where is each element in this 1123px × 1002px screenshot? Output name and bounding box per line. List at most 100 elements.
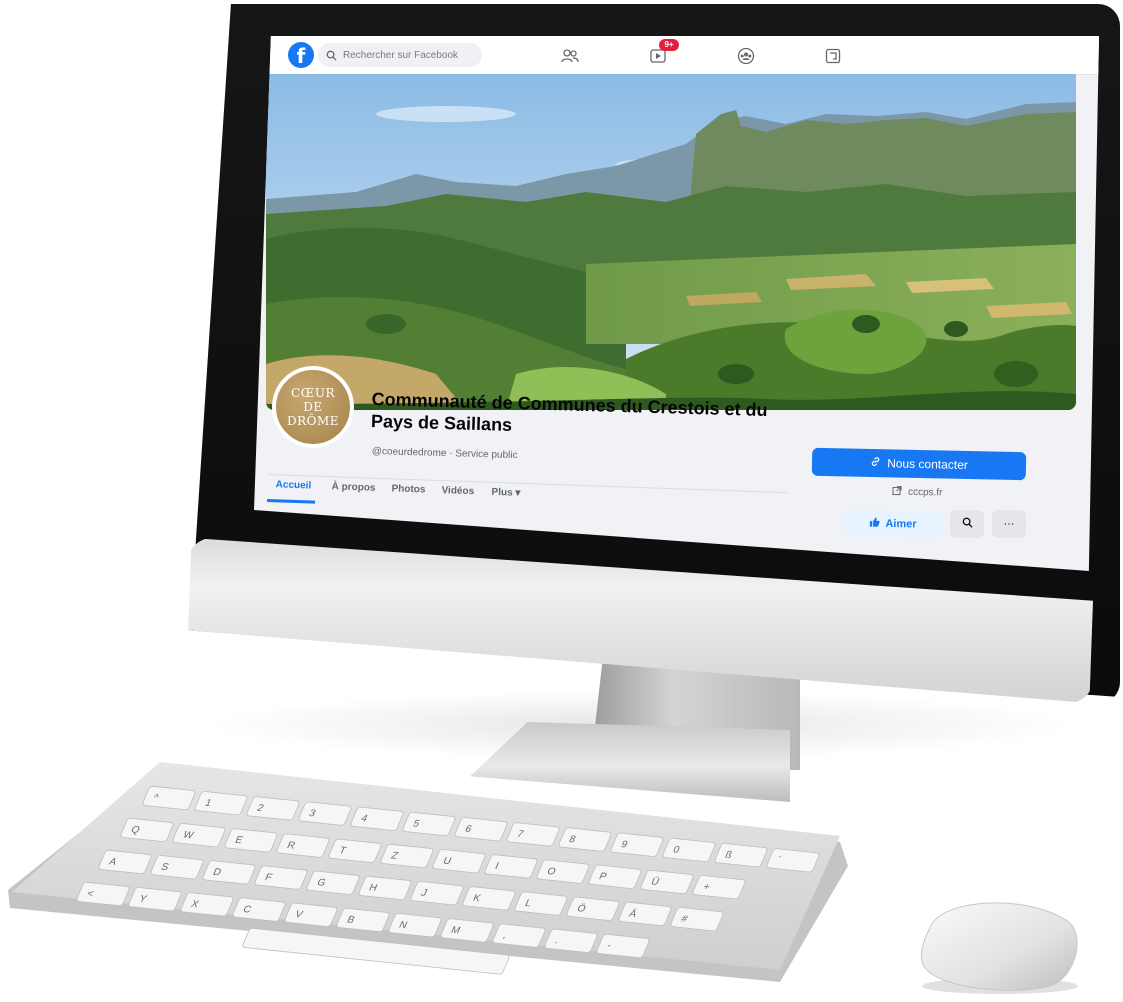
notification-badge: 9+ [659,39,679,51]
keyboard-key-cap [142,785,196,811]
thumbs-up-icon [869,517,880,531]
keyboard-key[interactable]: ^ [142,785,196,811]
keyboard-key-cap [98,849,152,875]
keyboard-key-cap [120,817,174,843]
keyboard-key-cap [284,902,338,927]
keyboard-key[interactable]: G [306,870,360,895]
keyboard-key[interactable]: 6 [454,817,508,842]
keyboard-key-cap [150,855,204,880]
keyboard-key[interactable]: N [388,913,442,938]
desktop-scene: f 9+ [0,0,1123,1002]
keyboard-key[interactable]: D [202,860,256,885]
keyboard-key[interactable]: + [692,875,746,900]
keyboard-key-cap [558,827,612,852]
keyboard-key[interactable]: 9 [610,832,664,857]
more-options-button[interactable]: ··· [991,509,1027,539]
keyboard-key[interactable]: E [224,828,278,853]
keyboard-key-cap [662,837,716,863]
keyboard-key-cap [536,859,590,884]
watch-icon[interactable]: 9+ [647,39,679,67]
keyboard-key[interactable]: F [254,865,308,890]
keyboard-key[interactable]: B [336,907,390,933]
keyboard-key-cap [306,870,360,895]
keyboard-key-cap [544,928,598,953]
keyboard-key-cap [172,823,226,848]
tab-a-propos[interactable]: À propos [331,481,375,494]
keyboard-key[interactable]: < [76,881,130,907]
keyboard-key[interactable]: 0 [662,837,716,863]
keyboard-key[interactable]: I [484,854,538,879]
keyboard-key-cap [610,832,664,857]
link-icon [870,456,881,470]
keyboard-key[interactable]: K [462,886,516,911]
keyboard-key[interactable]: Ü [640,869,694,895]
keyboard-key[interactable]: U [432,849,486,874]
keyboard-key[interactable]: Ä [618,901,672,927]
contact-button-label: Nous contacter [887,456,968,473]
keyboard-key-cap [462,886,516,911]
keyboard-key-cap [128,887,182,912]
keyboard-key-cap [410,881,464,906]
keyboard-key[interactable]: ß [714,843,768,868]
cover-photo [266,74,1076,410]
mouse[interactable] [910,888,1085,998]
external-link-icon [892,485,902,498]
facebook-topbar: f 9+ [254,36,1099,75]
keyboard-key-cap [454,817,508,842]
keyboard-key[interactable]: H [358,875,412,901]
keyboard-key[interactable]: W [172,823,226,848]
keyboard-key[interactable]: C [232,897,286,922]
keyboard-key[interactable]: P [588,864,642,889]
keyboard-key[interactable]: V [284,902,338,927]
keyboard-key-cap [640,869,694,895]
keyboard-key[interactable]: Z [380,843,434,869]
keyboard-key-cap [618,901,672,927]
page-tabs: Accueil À propos Photos Vidéos Plus ▾ [266,474,788,524]
keyboard-key[interactable]: 2 [246,796,300,821]
keyboard-key[interactable]: S [150,855,204,880]
facebook-logo-icon[interactable]: f [288,42,314,68]
keyboard-key[interactable]: M [440,918,494,943]
page-search-button[interactable] [949,509,985,539]
keyboard-key[interactable]: 1 [194,791,248,816]
keyboard-key[interactable]: X [180,892,234,917]
keyboard-key[interactable]: 7 [506,822,560,847]
keyboard-key[interactable]: L [514,891,568,916]
gaming-icon[interactable] [822,45,844,67]
keyboard-key-cap [506,822,560,847]
keyboard-key[interactable]: . [544,928,598,953]
keyboard-key[interactable]: ´ [766,848,820,873]
friends-icon[interactable] [559,45,581,67]
keyboard-key[interactable]: 4 [350,806,404,831]
keyboard-key[interactable]: , [492,923,546,948]
page-avatar[interactable]: CŒUR DE DRÔME [272,366,354,448]
keyboard-key[interactable]: 3 [298,801,352,826]
search-input[interactable] [343,49,473,61]
tab-plus[interactable]: Plus ▾ [491,487,520,499]
keyboard-key[interactable]: R [276,833,330,858]
keyboard-key[interactable]: 5 [402,811,456,837]
keyboard-key-cap [440,918,494,943]
groups-icon[interactable] [735,45,757,67]
keyboard-key[interactable]: A [98,849,152,875]
like-button[interactable]: Aimer [843,508,943,540]
keyboard-key[interactable]: Q [120,817,174,843]
keyboard-key[interactable]: Y [128,887,182,912]
tab-videos[interactable]: Vidéos [441,485,474,497]
keyboard-key[interactable]: Ö [566,896,620,921]
tab-accueil[interactable]: Accueil [275,479,311,491]
facebook-search[interactable] [318,43,482,67]
keyboard-key-cap [432,849,486,874]
keyboard-key[interactable]: O [536,859,590,884]
tab-photos[interactable]: Photos [391,483,425,495]
keyboard-key[interactable]: T [328,838,382,863]
keyboard-key-cap [246,796,300,821]
website-link[interactable]: cccps.fr [892,485,943,499]
keyboard-key[interactable]: J [410,881,464,906]
keyboard-key[interactable]: - [596,933,650,959]
keyboard-key[interactable]: # [670,907,724,932]
contact-button[interactable]: Nous contacter [811,447,1027,481]
keyboard-key[interactable]: 8 [558,827,612,852]
more-options-label: ··· [1003,517,1015,531]
keyboard-key-cap [402,811,456,837]
